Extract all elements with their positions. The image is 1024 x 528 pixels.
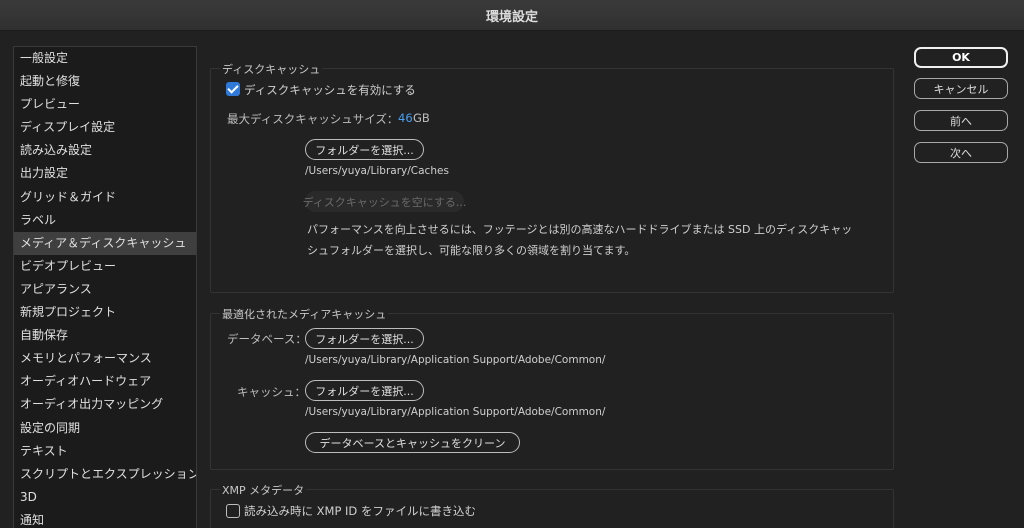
max-disk-cache-size-label: 最大ディスクキャッシュサイズ： <box>227 112 399 126</box>
cache-choose-folder-button[interactable]: フォルダーを選択... <box>305 380 424 401</box>
sidebar-item[interactable]: 起動と修復 <box>14 70 196 93</box>
cancel-button[interactable]: キャンセル <box>914 78 1008 99</box>
database-folder-path: /Users/yuya/Library/Application Support/… <box>305 354 606 366</box>
enable-disk-cache-label[interactable]: ディスクキャッシュを有効にする <box>244 82 416 98</box>
sidebar-item[interactable]: アピアランス <box>14 278 196 301</box>
sidebar-item[interactable]: ラベル <box>14 209 196 232</box>
xmp-metadata-group-title: XMP メタデータ <box>220 482 307 498</box>
media-cache-group-title: 最適化されたメディアキャッシュ <box>220 306 389 322</box>
database-choose-folder-button[interactable]: フォルダーを選択... <box>305 328 424 349</box>
cache-folder-path: /Users/yuya/Library/Application Support/… <box>305 406 606 418</box>
window-title: 環境設定 <box>485 9 538 25</box>
max-disk-cache-size-value[interactable]: 46 <box>398 111 413 125</box>
next-button[interactable]: 次へ <box>914 142 1008 163</box>
sidebar-item[interactable]: メディア＆ディスクキャッシュ <box>14 231 196 255</box>
sidebar-item[interactable]: オーディオ出力マッピング <box>14 393 196 416</box>
max-disk-cache-size-unit: GB <box>413 111 430 125</box>
sidebar-item[interactable]: 読み込み設定 <box>14 139 196 162</box>
disk-cache-description-line1: パフォーマンスを向上させるには、フッテージとは別の高速なハードドライブまたは S… <box>307 223 853 236</box>
sidebar-item[interactable]: スクリプトとエクスプレッション <box>14 463 196 486</box>
window-titlebar: 環境設定 <box>0 0 1024 31</box>
write-xmp-id-checkbox[interactable] <box>226 504 240 518</box>
sidebar-item[interactable]: グリッド＆ガイド <box>14 186 196 209</box>
database-label: データベース： <box>227 332 307 346</box>
sidebar-item[interactable]: 3D <box>14 486 196 509</box>
sidebar-item[interactable]: テキスト <box>14 440 196 463</box>
disk-cache-description-line2: シュフォルダーを選択し、可能な限り多くの領域を割り当てます。 <box>307 244 636 257</box>
disk-cache-folder-path: /Users/yuya/Library/Caches <box>305 165 449 177</box>
disk-cache-group-title: ディスクキャッシュ <box>220 61 323 77</box>
sidebar-item[interactable]: 通知 <box>14 509 196 528</box>
sidebar-item[interactable]: 出力設定 <box>14 162 196 185</box>
sidebar-item[interactable]: 自動保存 <box>14 324 196 347</box>
previous-button[interactable]: 前へ <box>914 110 1008 131</box>
ok-button[interactable]: OK <box>914 47 1008 68</box>
cache-label: キャッシュ： <box>237 385 306 399</box>
clean-database-and-cache-button[interactable]: データベースとキャッシュをクリーン <box>305 432 520 453</box>
sidebar-item[interactable]: 設定の同期 <box>14 417 196 440</box>
write-xmp-id-label[interactable]: 読み込み時に XMP ID をファイルに書き込む <box>244 503 476 519</box>
empty-disk-cache-button[interactable]: ディスクキャッシュを空にする... <box>303 191 466 212</box>
disk-cache-choose-folder-button[interactable]: フォルダーを選択... <box>305 139 424 160</box>
sidebar-item[interactable]: 新規プロジェクト <box>14 301 196 324</box>
sidebar-item[interactable]: オーディオハードウェア <box>14 370 196 393</box>
sidebar-item[interactable]: メモリとパフォーマンス <box>14 347 196 370</box>
sidebar-item[interactable]: ビデオプレビュー <box>14 255 196 278</box>
enable-disk-cache-checkbox[interactable] <box>226 82 240 96</box>
sidebar-item[interactable]: プレビュー <box>14 93 196 116</box>
sidebar-item[interactable]: 一般設定 <box>14 47 196 70</box>
preferences-category-list[interactable]: 一般設定 起動と修復 プレビュー ディスプレイ設定 読み込み設定 出力設定 グリッド＆ガイド… <box>13 46 197 528</box>
sidebar-item[interactable]: ディスプレイ設定 <box>14 116 196 139</box>
